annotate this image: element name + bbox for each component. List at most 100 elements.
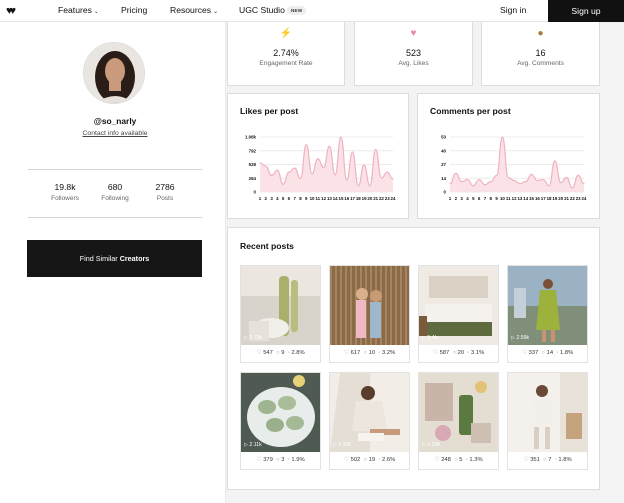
chevron-down-icon: ⌄ <box>213 9 219 15</box>
x-tick-label: 18 <box>356 196 361 201</box>
x-tick-label: 13 <box>327 196 332 201</box>
data-point <box>513 179 515 182</box>
contact-info-link[interactable]: Contact info available <box>0 130 230 137</box>
data-point <box>363 164 365 166</box>
post-stats: ♡ 337 ○ 14 ◦ 1.8% <box>508 350 587 356</box>
post-stats: ♡ 379 ○ 3 ◦ 1.9% <box>241 457 320 463</box>
comments-chart: 0142740531 2 3 4 5 6 7 8 9 10 11 12 13 14 15 16 17 18 19 20… <box>441 135 587 202</box>
post-card[interactable]: ▷ 3.79k ♡ 547 ○ 9 ◦ 2.8% <box>240 265 321 363</box>
post-thumbnail[interactable] <box>508 266 587 345</box>
data-point <box>392 178 394 180</box>
post-thumbnail[interactable] <box>330 266 409 345</box>
x-tick-label: 1 <box>449 196 452 201</box>
x-tick-label: 24 <box>582 196 587 201</box>
data-point <box>577 174 579 176</box>
post-card[interactable]: ♡ 617 ○ 10 ◦ 3.2% <box>329 265 410 363</box>
nav-features[interactable]: Features ⌄ <box>58 5 99 15</box>
post-card[interactable]: ▷ 2.59k ♡ 337 ○ 14 ◦ 1.8% <box>507 265 588 363</box>
x-tick-label: 24 <box>391 196 396 201</box>
profile-handle: @so_narly <box>93 116 137 126</box>
avg-comments-value: 16 <box>535 48 546 58</box>
post-card[interactable]: ▷ 2.11k ♡ 379 ○ 3 ◦ 1.9% <box>240 372 321 470</box>
posts-label: Posts <box>156 195 174 202</box>
post-thumbnail[interactable] <box>241 373 320 452</box>
x-tick-label: 19 <box>552 196 557 201</box>
avg-comments-card: ● 16 Avg. Comments <box>481 22 600 86</box>
post-likes: 379 <box>263 457 273 463</box>
avg-likes-value: 523 <box>405 48 422 58</box>
new-badge: NEW <box>287 6 307 15</box>
post-thumbnail[interactable] <box>419 373 498 452</box>
post-card[interactable]: ▷ 5.4k ♡ 587 ○ 20 ◦ 3.1% <box>418 265 499 363</box>
post-thumbnail[interactable] <box>419 266 498 345</box>
post-views: ▷ 2.29k <box>422 442 441 448</box>
sign-in-link[interactable]: Sign in <box>500 5 526 15</box>
heart-icon: ♡ <box>434 457 440 463</box>
comment-icon: ○ <box>276 457 280 463</box>
profile-panel: @so_narly Contact info available 19.8k F… <box>0 22 226 503</box>
post-stats: ♡ 502 ○ 19 ◦ 2.6% <box>330 457 409 463</box>
x-tick-label: 8 <box>490 196 493 201</box>
heart-icon: ♡ <box>521 350 527 356</box>
comment-icon: ○ <box>363 350 368 356</box>
x-tick-label: 15 <box>339 196 344 201</box>
find-similar-creators-button[interactable]: Find Similar Creators <box>27 240 202 277</box>
post-card[interactable]: ▷ 2.29k ♡ 248 ○ 5 ◦ 1.3% <box>418 372 499 470</box>
x-tick-label: 19 <box>362 196 367 201</box>
data-point <box>519 183 521 185</box>
x-tick-label: 2 <box>455 196 458 201</box>
engagement-icon: ◦ <box>467 350 470 356</box>
comment-icon: ○ <box>543 457 547 463</box>
data-point <box>583 183 585 185</box>
post-rate: 3.1% <box>471 350 485 356</box>
data-point <box>375 148 377 151</box>
post-thumbnail[interactable] <box>508 373 587 452</box>
brand-logo[interactable]: ♥♥ <box>6 5 16 17</box>
data-point <box>455 172 457 174</box>
heart-icon: ♡ <box>343 350 349 356</box>
data-point <box>554 160 556 162</box>
data-point <box>346 179 348 181</box>
avg-likes-label: Avg. Likes <box>398 60 429 67</box>
heart-icon: ♡ <box>432 350 438 356</box>
find-button-bold: Creators <box>119 254 150 263</box>
data-point <box>461 181 463 183</box>
post-stats: ♡ 587 ○ 20 ◦ 3.1% <box>419 350 498 356</box>
data-point <box>299 177 302 180</box>
x-tick-label: 23 <box>385 196 390 201</box>
post-thumbnail[interactable] <box>241 266 320 345</box>
post-comments: 19 <box>368 457 376 463</box>
comment-icon: ○ <box>276 350 280 356</box>
post-card[interactable]: ♡ 351 ○ 7 ◦ 1.8% <box>507 372 588 470</box>
post-rate: 1.3% <box>469 457 483 463</box>
sign-up-button[interactable]: Sign up <box>548 0 624 22</box>
engagement-icon: ◦ <box>378 350 381 356</box>
heart-icon: ♡ <box>523 457 529 463</box>
post-likes: 502 <box>350 457 361 463</box>
post-thumbnail[interactable] <box>330 373 409 452</box>
x-tick-label: 10 <box>500 196 505 201</box>
y-tick-label: 27 <box>441 162 446 167</box>
nav-resources[interactable]: Resources ⌄ <box>170 5 218 15</box>
x-tick-label: 2 <box>265 196 268 201</box>
engagement-card: ⚡ 2.74% Engagement Rate <box>227 22 345 86</box>
find-button-prefix: Find Similar <box>79 254 118 263</box>
post-card[interactable]: ▷ 5.32k ♡ 502 ○ 19 ◦ 2.6% <box>329 372 410 470</box>
x-tick-label: 1 <box>259 196 262 201</box>
nav-pricing[interactable]: Pricing <box>121 5 147 15</box>
data-point <box>259 162 261 164</box>
post-stats: ♡ 617 ○ 10 ◦ 3.2% <box>330 350 409 356</box>
x-tick-label: 17 <box>541 196 546 201</box>
nav-ugc-studio[interactable]: UGC Studio <box>239 5 285 15</box>
post-views: ▷ 5.32k <box>333 442 352 448</box>
post-stats: ♡ 248 ○ 5 ◦ 1.3% <box>419 457 498 463</box>
x-tick-label: 10 <box>310 196 315 201</box>
avatar <box>83 42 145 104</box>
x-tick-label: 5 <box>282 196 285 201</box>
engagement-value: 2.74% <box>273 48 299 58</box>
comment-icon: ○ <box>363 457 368 463</box>
x-tick-label: 5 <box>472 196 475 201</box>
x-tick-label: 16 <box>535 196 540 201</box>
y-tick-label: 14 <box>441 176 446 181</box>
y-tick-label: 53 <box>441 135 446 140</box>
